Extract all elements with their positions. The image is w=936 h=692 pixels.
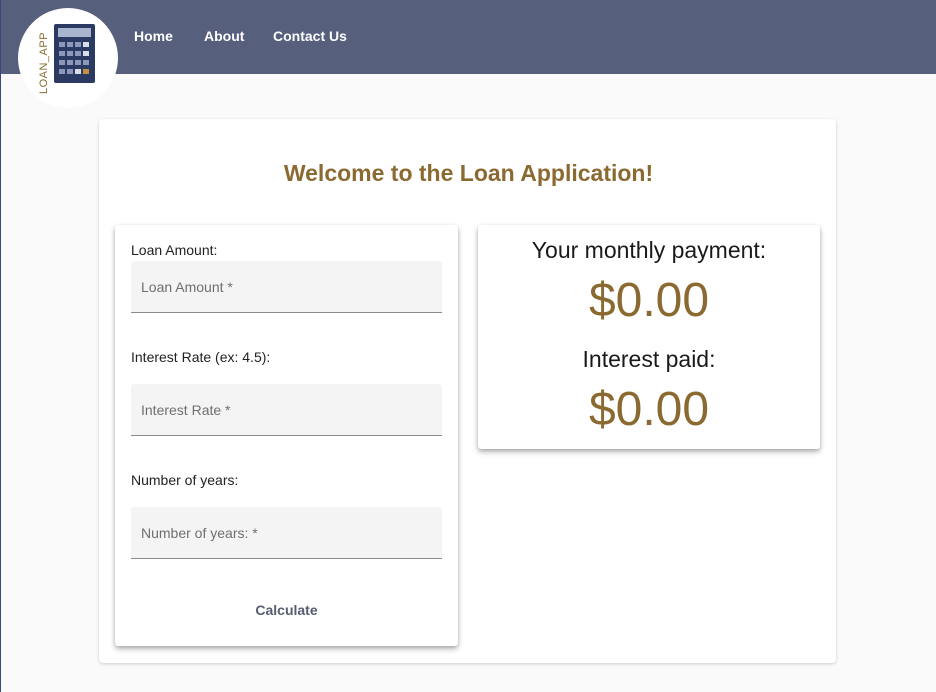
calculate-button[interactable]: Calculate: [131, 595, 442, 625]
interest-paid-label: Interest paid:: [582, 346, 716, 372]
years-input[interactable]: [131, 507, 442, 558]
interest-rate-label: Interest Rate (ex: 4.5):: [131, 349, 271, 365]
interest-paid-value: $0.00: [588, 383, 710, 436]
years-label: Number of years:: [131, 472, 239, 488]
loan-amount-input[interactable]: [131, 261, 442, 312]
calculator-icon: [54, 24, 95, 83]
nav-link-about[interactable]: About: [204, 28, 244, 44]
results-panel: Your monthly payment: $0.00 Interest pai…: [478, 225, 820, 449]
logo-text: LOAN_APP: [38, 31, 50, 95]
nav-link-contact[interactable]: Contact Us: [273, 28, 347, 44]
app-logo[interactable]: LOAN_APP: [18, 8, 118, 108]
nav-link-home[interactable]: Home: [134, 28, 173, 44]
monthly-payment-label: Your monthly payment:: [531, 237, 767, 263]
top-navigation-bar: Home About Contact Us: [1, 0, 936, 74]
page-title: Welcome to the Loan Application!: [283, 160, 654, 186]
years-field-box: [131, 507, 442, 559]
loan-amount-field-box: [131, 261, 442, 313]
loan-amount-label: Loan Amount:: [131, 242, 218, 258]
monthly-payment-value: $0.00: [588, 274, 710, 327]
interest-rate-input[interactable]: [131, 384, 442, 435]
interest-rate-field-box: [131, 384, 442, 436]
loan-form: Loan Amount: Interest Rate (ex: 4.5): Nu…: [115, 225, 458, 646]
